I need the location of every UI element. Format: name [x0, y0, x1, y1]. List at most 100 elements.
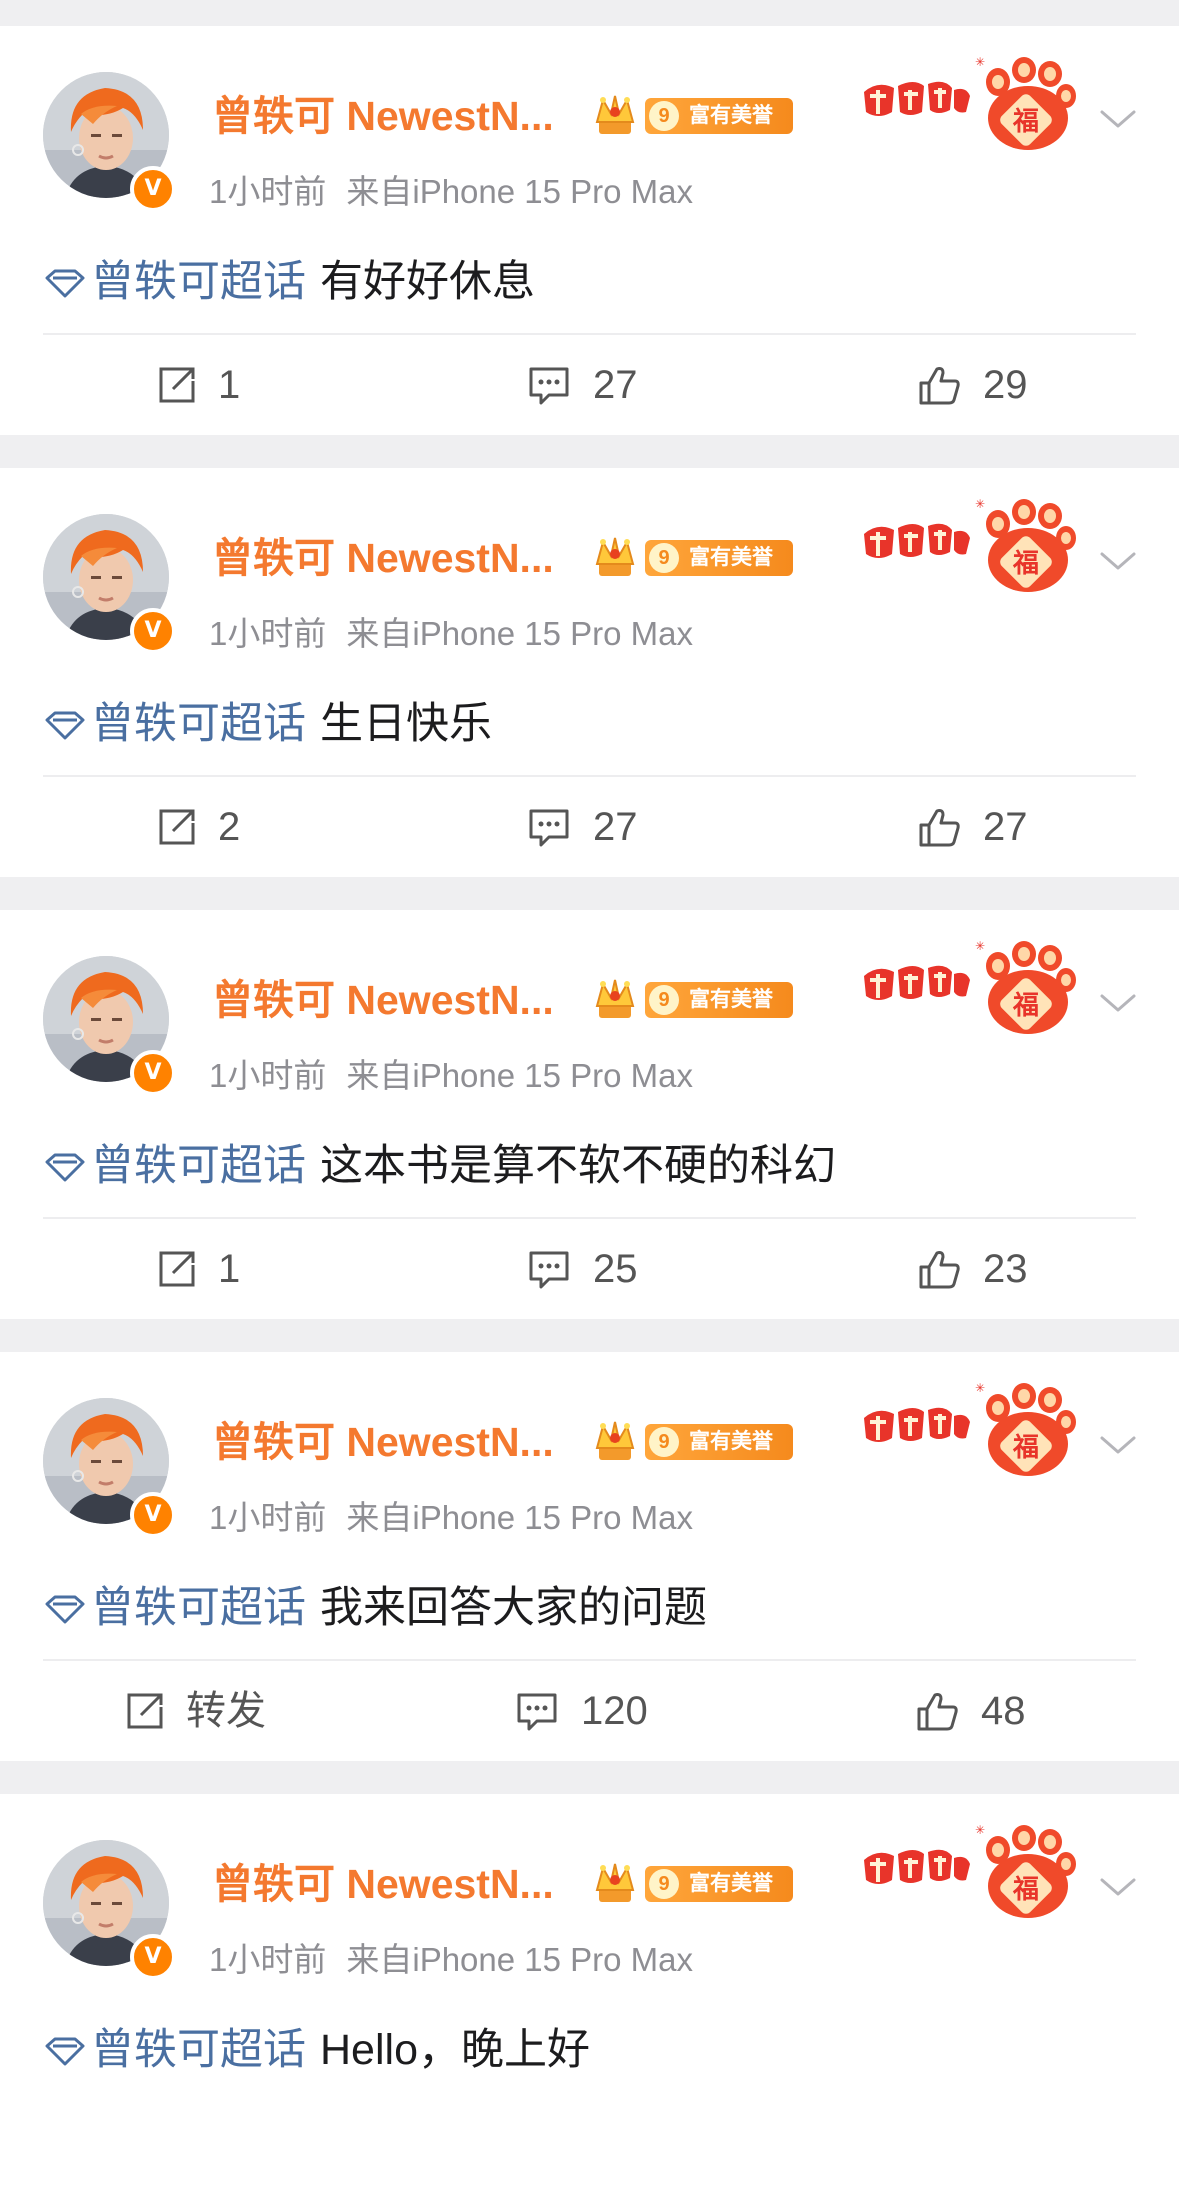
- comment-icon: [529, 367, 569, 405]
- comment-icon: [517, 1693, 557, 1731]
- svg-text:✳: ✳: [975, 56, 985, 69]
- svg-text:福: 福: [1012, 1875, 1039, 1905]
- repost-icon: [159, 1251, 195, 1287]
- vip-badge[interactable]: 9 富有美誉: [645, 982, 793, 1018]
- post-content: 曾轶可超话 有好好休息: [43, 252, 535, 312]
- post-source: 来自iPhone 15 Pro Max: [346, 1057, 694, 1094]
- vip-badge[interactable]: 9 富有美誉: [645, 540, 793, 576]
- post-content: 曾轶可超话 Hello，晚上好: [43, 2020, 590, 2080]
- tiger-paw-sticker-icon: 福 ✳: [864, 498, 1076, 592]
- post-meta: 1小时前 来自iPhone 15 Pro Max: [209, 1498, 693, 1538]
- vip-label: 富有美誉: [689, 1872, 773, 1895]
- post-card[interactable]: V 曾轶可 NewestN... 9 富有美誉 1小时前 来自iPhone 15 …: [0, 1352, 1179, 1761]
- post-time: 1小时前: [209, 1499, 327, 1536]
- svg-text:福: 福: [1012, 549, 1039, 579]
- thumbs-up-icon: [919, 367, 960, 405]
- repost-count: 1: [218, 1247, 241, 1291]
- post-meta: 1小时前 来自iPhone 15 Pro Max: [209, 1056, 693, 1096]
- repost-icon: [159, 809, 195, 845]
- tiger-paw-sticker-icon: 福 ✳: [864, 1824, 1076, 1918]
- chevron-down-icon[interactable]: [1098, 1874, 1138, 1900]
- repost-icon: [159, 367, 195, 403]
- comment-icon: [529, 1251, 569, 1289]
- vip-level: 9: [649, 101, 679, 131]
- like-count: 29: [983, 363, 1028, 407]
- svg-text:福: 福: [1012, 991, 1039, 1021]
- comment-count: 25: [593, 1247, 638, 1291]
- chevron-down-icon[interactable]: [1098, 990, 1138, 1016]
- post-source: 来自iPhone 15 Pro Max: [346, 615, 694, 652]
- super-topic-diamond-icon: [45, 1153, 85, 1182]
- super-topic-diamond-icon: [45, 2037, 85, 2066]
- action-bar: 1 25 23: [0, 1219, 1179, 1319]
- post-card[interactable]: V 曾轶可 NewestN... 9 富有美誉 1小时前 来自iPhone 15 …: [0, 1794, 1179, 2203]
- tiger-paw-sticker-icon: 福 ✳: [864, 56, 1076, 150]
- author-name[interactable]: 曾轶可 NewestN...: [212, 530, 554, 586]
- super-topic-link[interactable]: 曾轶可超话: [91, 2026, 306, 2074]
- post-meta: 1小时前 来自iPhone 15 Pro Max: [209, 172, 693, 212]
- svg-text:福: 福: [1012, 1433, 1039, 1463]
- weibo-feed: V 曾轶可 NewestN... 9 富有美誉 1小时前 来自iPhone 15 …: [0, 0, 1179, 2203]
- post-time: 1小时前: [209, 173, 327, 210]
- super-topic-link[interactable]: 曾轶可超话: [91, 1584, 306, 1632]
- comment-count: 27: [593, 363, 638, 407]
- crown-icon: [595, 537, 635, 576]
- post-text: 有好好休息: [320, 258, 535, 306]
- vip-level: 9: [649, 1427, 679, 1457]
- post-content: 曾轶可超话 我来回答大家的问题: [43, 1578, 707, 1638]
- chevron-down-icon[interactable]: [1098, 106, 1138, 132]
- post-content: 曾轶可超话 生日快乐: [43, 694, 492, 754]
- action-bar: 2 27 27: [0, 777, 1179, 877]
- post-card[interactable]: V 曾轶可 NewestN... 9 富有美誉 1小时前 来自iPhone 15 …: [0, 468, 1179, 877]
- vip-level: 9: [649, 543, 679, 573]
- thumbs-up-icon: [919, 809, 960, 847]
- svg-text:福: 福: [1012, 107, 1039, 137]
- repost-count: 2: [218, 805, 241, 849]
- crown-icon: [595, 1421, 635, 1460]
- vip-badge[interactable]: 9 富有美誉: [645, 1866, 793, 1902]
- post-time: 1小时前: [209, 1941, 327, 1978]
- comment-icon: [529, 809, 569, 847]
- post-meta: 1小时前 来自iPhone 15 Pro Max: [209, 1940, 693, 1980]
- repost-count: 转发: [186, 1689, 266, 1733]
- verified-v-icon: V: [130, 1934, 176, 1980]
- vip-label: 富有美誉: [689, 988, 773, 1011]
- comment-count: 120: [581, 1689, 648, 1733]
- repost-count: 1: [218, 363, 241, 407]
- crown-icon: [595, 979, 635, 1018]
- chevron-down-icon[interactable]: [1098, 1432, 1138, 1458]
- author-name[interactable]: 曾轶可 NewestN...: [212, 1414, 554, 1470]
- super-topic-link[interactable]: 曾轶可超话: [91, 258, 306, 306]
- post-meta: 1小时前 来自iPhone 15 Pro Max: [209, 614, 693, 654]
- crown-icon: [595, 1863, 635, 1902]
- action-bar: 转发 120 48: [0, 1661, 1179, 1761]
- post-text: 生日快乐: [320, 700, 492, 748]
- verified-v-icon: V: [130, 1492, 176, 1538]
- post-card[interactable]: V 曾轶可 NewestN... 9 富有美誉 1小时前 来自iPhone 15 …: [0, 910, 1179, 1319]
- vip-level: 9: [649, 1869, 679, 1899]
- author-name[interactable]: 曾轶可 NewestN...: [212, 972, 554, 1028]
- vip-label: 富有美誉: [689, 1430, 773, 1453]
- super-topic-link[interactable]: 曾轶可超话: [91, 700, 306, 748]
- super-topic-diamond-icon: [45, 711, 85, 740]
- action-bar: 1 27 29: [0, 335, 1179, 435]
- post-source: 来自iPhone 15 Pro Max: [346, 1941, 694, 1978]
- post-source: 来自iPhone 15 Pro Max: [346, 173, 694, 210]
- like-count: 23: [983, 1247, 1028, 1291]
- svg-text:✳: ✳: [975, 1824, 985, 1837]
- svg-text:✳: ✳: [975, 940, 985, 953]
- super-topic-diamond-icon: [45, 1595, 85, 1624]
- post-time: 1小时前: [209, 1057, 327, 1094]
- author-name[interactable]: 曾轶可 NewestN...: [212, 88, 554, 144]
- vip-level: 9: [649, 985, 679, 1015]
- verified-v-icon: V: [130, 1050, 176, 1096]
- chevron-down-icon[interactable]: [1098, 548, 1138, 574]
- post-time: 1小时前: [209, 615, 327, 652]
- vip-badge[interactable]: 9 富有美誉: [645, 1424, 793, 1460]
- vip-badge[interactable]: 9 富有美誉: [645, 98, 793, 134]
- super-topic-link[interactable]: 曾轶可超话: [91, 1142, 306, 1190]
- tiger-paw-sticker-icon: 福 ✳: [864, 1382, 1076, 1476]
- author-name[interactable]: 曾轶可 NewestN...: [212, 1856, 554, 1912]
- post-card[interactable]: V 曾轶可 NewestN... 9 富有美誉 1小时前 来自iPhone 15 …: [0, 26, 1179, 435]
- like-count: 27: [983, 805, 1028, 849]
